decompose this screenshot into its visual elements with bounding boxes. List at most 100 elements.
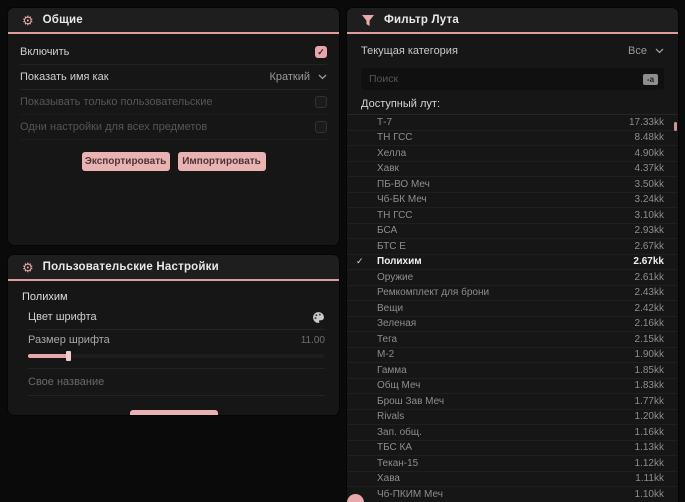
custom-name-input[interactable] bbox=[28, 376, 325, 388]
loot-item-count: 2.67kk bbox=[634, 240, 664, 252]
loot-item-row[interactable]: Хелла 4.90kk bbox=[347, 146, 678, 162]
loot-item-count: 1.85kk bbox=[634, 364, 664, 376]
panel-general: ⚙ Общие Включить ✓ Показать имя как Крат… bbox=[8, 8, 339, 245]
loot-item-count: 2.16kk bbox=[634, 318, 664, 330]
loot-item-count: 1.11kk bbox=[635, 473, 664, 485]
show-name-dropdown[interactable]: Краткий bbox=[269, 71, 327, 83]
loot-item-count: 2.42kk bbox=[634, 302, 664, 314]
loot-item-row[interactable]: ТН ГСС 8.48kk bbox=[347, 131, 678, 146]
loot-item-name: Текан-15 bbox=[377, 457, 419, 469]
loot-item-count: 3.10kk bbox=[634, 209, 664, 221]
loot-item-row[interactable]: Т-7 17.33kk bbox=[347, 115, 678, 131]
loot-item-row[interactable]: ПБ-ВО Меч 3.50kk bbox=[347, 177, 678, 193]
funnel-icon bbox=[361, 14, 375, 27]
slider-handle[interactable] bbox=[66, 351, 71, 361]
loot-item-name: Вещи bbox=[377, 302, 404, 314]
loot-item-row[interactable]: Rivals 1.20kk bbox=[347, 410, 678, 425]
category-label: Текущая категория bbox=[361, 45, 458, 57]
enable-checkbox[interactable]: ✓ bbox=[315, 46, 327, 58]
font-size-slider[interactable] bbox=[28, 351, 325, 361]
scrollbar[interactable] bbox=[674, 112, 677, 502]
chevron-down-icon bbox=[655, 48, 664, 54]
font-size-label: Размер шрифта bbox=[28, 334, 110, 346]
panel-loot-filter-title: Фильтр Лута bbox=[384, 14, 459, 26]
loot-item-name: ТБС КА bbox=[377, 442, 413, 454]
loot-item-name: Хелла bbox=[377, 147, 407, 159]
check-icon: ✓ bbox=[356, 256, 364, 267]
loot-item-row[interactable]: Тега 2.15kk bbox=[347, 332, 678, 348]
loot-item-name: Чб-БК Меч bbox=[377, 194, 427, 206]
loot-item-row[interactable]: Общ Меч 1.83kk bbox=[347, 379, 678, 394]
loot-item-row[interactable]: Зеленая 2.16kk bbox=[347, 317, 678, 332]
panel-loot-filter-header: Фильтр Лута bbox=[347, 8, 678, 34]
loot-item-row[interactable]: Гамма 1.85kk bbox=[347, 363, 678, 379]
loot-item-name: Rivals bbox=[377, 411, 405, 423]
import-button[interactable]: Импортировать bbox=[177, 152, 266, 171]
only-custom-checkbox[interactable] bbox=[315, 96, 327, 108]
loot-item-count: 1.12kk bbox=[634, 457, 664, 469]
loot-item-name: Тега bbox=[377, 333, 398, 345]
loot-item-count: 1.16kk bbox=[634, 426, 664, 438]
enable-label: Включить bbox=[20, 46, 70, 58]
palette-icon[interactable] bbox=[312, 311, 325, 324]
loot-item-row[interactable]: М-2 1.90kk bbox=[347, 348, 678, 363]
loot-item-count: 8.48kk bbox=[634, 132, 664, 144]
category-dropdown[interactable]: Все bbox=[628, 45, 664, 57]
loot-item-row[interactable]: БТС Е 2.67kk bbox=[347, 239, 678, 255]
loot-item-name: Общ Меч bbox=[377, 380, 421, 392]
same-settings-checkbox[interactable] bbox=[315, 121, 327, 133]
loot-item-row[interactable]: Ремкомплект для брони 2.43kk bbox=[347, 286, 678, 301]
loot-item-name: Хавк bbox=[377, 163, 399, 175]
font-color-label: Цвет шрифта bbox=[28, 311, 97, 323]
loot-item-name: Полихим bbox=[377, 256, 422, 268]
loot-item-row[interactable]: Хавк 4.37kk bbox=[347, 162, 678, 177]
loot-item-count: 1.90kk bbox=[634, 349, 664, 361]
gear-icon: ⚙ bbox=[22, 12, 34, 28]
loot-item-name: БТС Е bbox=[377, 240, 406, 252]
loot-item-row[interactable]: Чб-ПКИМ Меч 1.10kk bbox=[347, 487, 678, 502]
user-settings-icon: ⚙ bbox=[22, 259, 34, 275]
chevron-down-icon bbox=[318, 74, 327, 80]
loot-item-count: 2.61kk bbox=[634, 271, 664, 283]
loot-item-row[interactable]: Текан-15 1.12kk bbox=[347, 456, 678, 472]
font-color-row[interactable]: Цвет шрифта bbox=[28, 305, 325, 330]
panel-user-settings-header: ⚙ Пользовательские Настройки bbox=[8, 255, 339, 281]
export-button[interactable]: Экспортировать bbox=[81, 152, 170, 171]
loot-item-row[interactable]: Брош Зав Меч 1.77kk bbox=[347, 394, 678, 410]
panel-user-settings: ⚙ Пользовательские Настройки Полихим Цве… bbox=[8, 255, 339, 415]
loot-item-row[interactable]: БСА 2.93kk bbox=[347, 224, 678, 239]
search-input[interactable] bbox=[369, 73, 643, 85]
loot-item-count: 4.90kk bbox=[634, 147, 664, 159]
loot-item-name: Ремкомплект для брони bbox=[377, 287, 490, 299]
category-row: Текущая категория Все bbox=[361, 38, 664, 64]
loot-item-count: 2.43kk bbox=[634, 287, 664, 299]
loot-item-row[interactable]: Оружие 2.61kk bbox=[347, 270, 678, 286]
loot-item-row[interactable]: Хава 1.11kk bbox=[347, 472, 678, 487]
loot-item-name: ТН ГСС bbox=[377, 132, 413, 144]
loot-item-count: 3.24kk bbox=[634, 194, 664, 206]
loot-item-row[interactable]: Вещи 2.42kk bbox=[347, 301, 678, 317]
loot-item-count: 2.15kk bbox=[634, 333, 664, 345]
loot-item-row[interactable]: Зап. общ. 1.16kk bbox=[347, 425, 678, 441]
selected-item-name: Полихим bbox=[22, 291, 68, 303]
loot-item-row[interactable]: ТН ГСС 3.10kk bbox=[347, 208, 678, 224]
loot-item-count: 3.50kk bbox=[634, 178, 664, 190]
loot-item-count: 4.37kk bbox=[634, 163, 664, 175]
loot-item-count: 1.10kk bbox=[634, 488, 664, 500]
font-size-value: 11.00 bbox=[300, 334, 325, 346]
scrollbar-thumb[interactable] bbox=[674, 122, 677, 131]
slider-fill bbox=[28, 354, 68, 358]
loot-item-name: ПБ-ВО Меч bbox=[377, 178, 430, 190]
loot-item-name: Т-7 bbox=[377, 116, 392, 128]
category-value: Все bbox=[628, 45, 647, 57]
loot-item-row[interactable]: Чб-БК Меч 3.24kk bbox=[347, 193, 678, 208]
loot-item-row[interactable]: ✓ Полихим 2.67kk bbox=[347, 255, 678, 270]
loot-item-row[interactable]: ТБС КА 1.13kk bbox=[347, 441, 678, 456]
panel-general-title: Общие bbox=[42, 14, 83, 26]
loot-item-name: Зап. общ. bbox=[377, 426, 422, 438]
loot-item-name: Брош Зав Меч bbox=[377, 395, 445, 407]
only-custom-row: Показывать только пользовательские bbox=[20, 90, 327, 115]
delete-button[interactable]: Удалить bbox=[129, 410, 218, 415]
loot-item-name: Оружие bbox=[377, 271, 414, 283]
match-case-icon[interactable]: -а bbox=[643, 73, 658, 85]
